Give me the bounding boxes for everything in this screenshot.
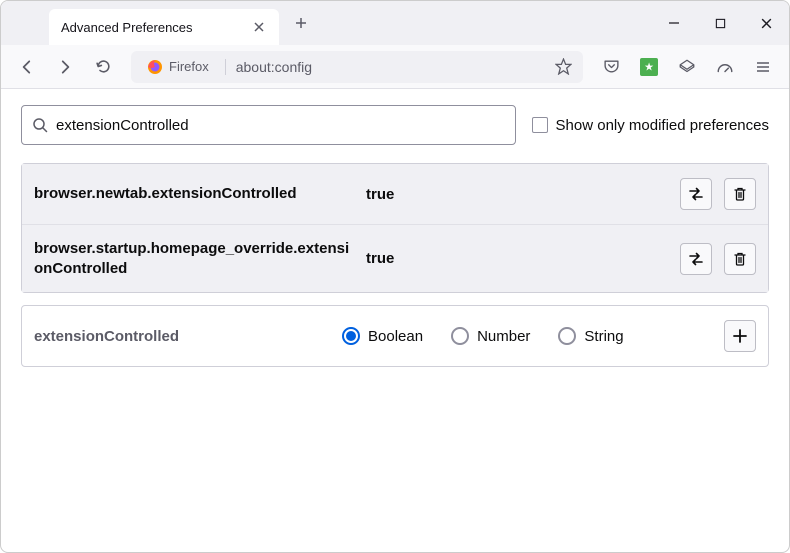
add-button[interactable] bbox=[724, 320, 756, 352]
radio-circle-icon bbox=[558, 327, 576, 345]
preferences-list: browser.newtab.extensionControlled true … bbox=[21, 163, 769, 293]
titlebar: Advanced Preferences bbox=[1, 1, 789, 45]
search-input[interactable] bbox=[56, 117, 505, 134]
toggle-icon bbox=[687, 185, 705, 203]
hamburger-menu-icon[interactable] bbox=[747, 51, 779, 83]
plus-icon bbox=[732, 328, 748, 344]
new-preference-name: extensionControlled bbox=[34, 328, 324, 345]
radio-boolean[interactable]: Boolean bbox=[342, 327, 423, 345]
identity-box[interactable]: Firefox bbox=[139, 57, 217, 77]
search-icon bbox=[32, 117, 48, 133]
toggle-button[interactable] bbox=[680, 178, 712, 210]
toggle-icon bbox=[687, 250, 705, 268]
radio-label: Boolean bbox=[368, 328, 423, 345]
tab-title: Advanced Preferences bbox=[61, 20, 243, 35]
preference-name: browser.startup.homepage_override.extens… bbox=[34, 239, 354, 278]
radio-label: Number bbox=[477, 328, 530, 345]
preference-row: browser.newtab.extensionControlled true bbox=[22, 164, 768, 225]
radio-circle-icon bbox=[451, 327, 469, 345]
delete-button[interactable] bbox=[724, 178, 756, 210]
delete-button[interactable] bbox=[724, 243, 756, 275]
show-modified-label: Show only modified preferences bbox=[556, 117, 769, 134]
new-tab-button[interactable] bbox=[287, 9, 315, 37]
radio-number[interactable]: Number bbox=[451, 327, 530, 345]
radio-circle-icon bbox=[342, 327, 360, 345]
identity-label: Firefox bbox=[169, 59, 209, 74]
account-icon[interactable] bbox=[671, 51, 703, 83]
preference-name: browser.newtab.extensionControlled bbox=[34, 184, 354, 204]
reload-button[interactable] bbox=[87, 51, 119, 83]
search-box[interactable] bbox=[21, 105, 516, 145]
trash-icon bbox=[732, 186, 748, 202]
url-bar[interactable]: Firefox about:config bbox=[131, 51, 583, 83]
show-modified-checkbox[interactable] bbox=[532, 117, 548, 133]
profiler-icon[interactable] bbox=[709, 51, 741, 83]
close-tab-icon[interactable] bbox=[251, 19, 267, 35]
browser-tab[interactable]: Advanced Preferences bbox=[49, 9, 279, 45]
maximize-button[interactable] bbox=[697, 1, 743, 45]
browser-toolbar: Firefox about:config bbox=[1, 45, 789, 89]
preference-value: true bbox=[366, 186, 668, 203]
radio-label: String bbox=[584, 328, 623, 345]
forward-button[interactable] bbox=[49, 51, 81, 83]
preference-value: true bbox=[366, 250, 668, 267]
pocket-icon[interactable] bbox=[595, 51, 627, 83]
about-config-content: Show only modified preferences browser.n… bbox=[1, 89, 789, 383]
trash-icon bbox=[732, 251, 748, 267]
type-radio-group: Boolean Number String bbox=[342, 327, 706, 345]
preference-row: browser.startup.homepage_override.extens… bbox=[22, 225, 768, 292]
toggle-button[interactable] bbox=[680, 243, 712, 275]
minimize-button[interactable] bbox=[651, 1, 697, 45]
back-button[interactable] bbox=[11, 51, 43, 83]
bookmark-star-icon[interactable] bbox=[551, 55, 575, 79]
new-preference-row: extensionControlled Boolean Number Strin… bbox=[21, 305, 769, 367]
url-text: about:config bbox=[225, 59, 543, 75]
close-window-button[interactable] bbox=[743, 1, 789, 45]
radio-string[interactable]: String bbox=[558, 327, 623, 345]
firefox-icon bbox=[147, 59, 163, 75]
extension-icon[interactable] bbox=[633, 51, 665, 83]
